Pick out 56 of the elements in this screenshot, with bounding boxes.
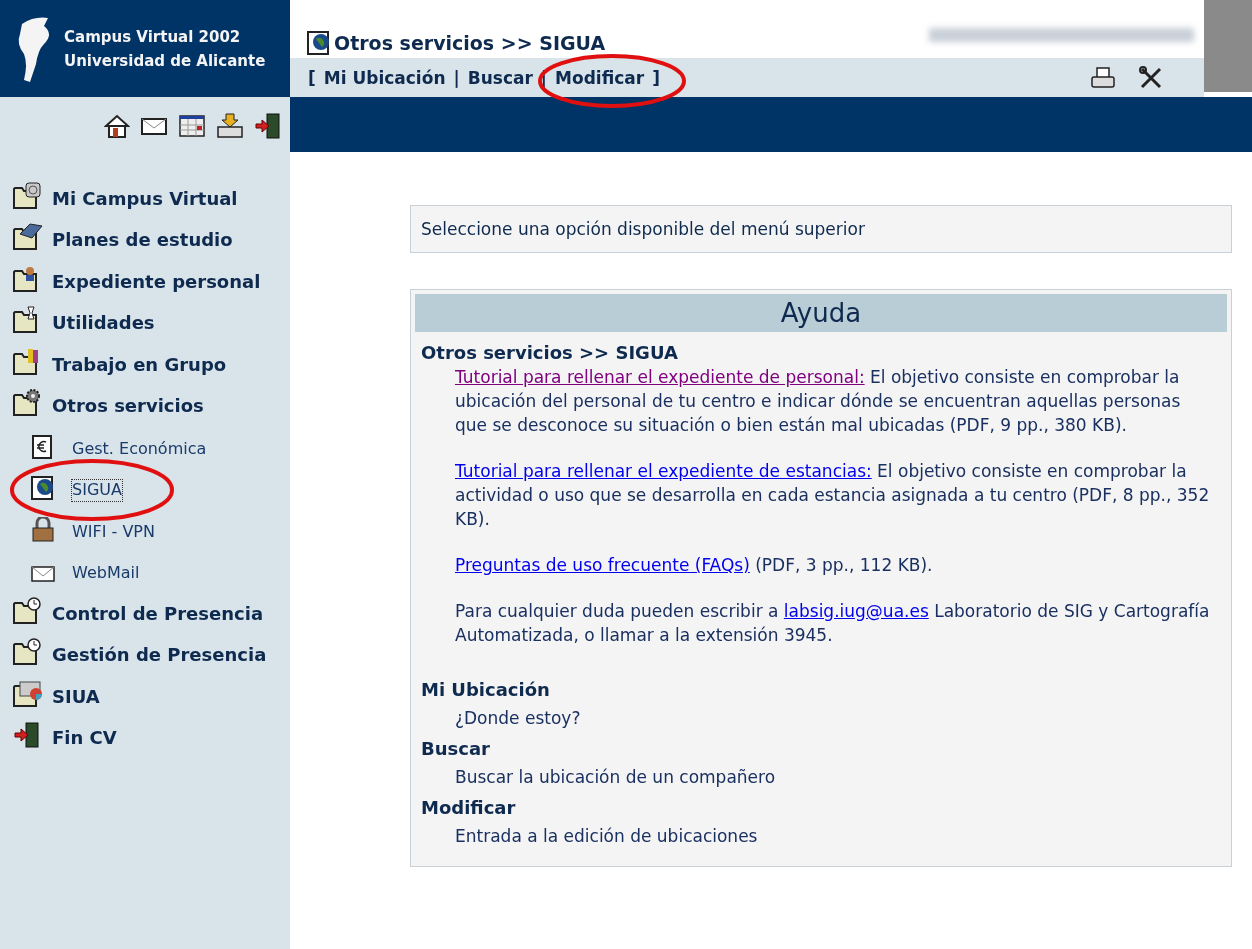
nav-link[interactable]: Mi Ubicación [323, 67, 446, 88]
sidebar-item[interactable]: WebMail [72, 563, 140, 584]
help-link[interactable]: Preguntas de uso frecuente (FAQs) [455, 555, 750, 575]
nav-bracket: [ [308, 67, 316, 88]
help-link[interactable]: Tutorial para rellenar el expediente de personal: [455, 367, 865, 387]
sidebar-item[interactable]: Planes de estudio [52, 229, 233, 252]
mail-icon[interactable] [140, 115, 168, 137]
sidebar-item[interactable]: SIUA [52, 685, 100, 709]
sidebar-item[interactable]: Gest. Económica [72, 438, 207, 460]
help-paragraph: Tutorial para rellenar el expediente de estancias: El objetivo consiste en comprobar la actividad o uso que se desarrolla en cada estancia asignada a tu centro (PDF, 8 pp., 352 KB). [454, 460, 1211, 531]
help-paragraph: Preguntas de uso frecuente (FAQs) (PDF, 3 pp., 112 KB). [454, 554, 934, 577]
sidebar-item[interactable]: Fin CV [52, 727, 117, 750]
home-icon[interactable] [104, 113, 130, 139]
section-title: Modificar [420, 796, 517, 820]
printer-icon[interactable] [1090, 65, 1116, 90]
globe-icon [30, 475, 56, 501]
calendar-icon[interactable] [178, 113, 206, 139]
page-title: Otros servicios >> SIGUA [334, 32, 606, 54]
help-link[interactable]: Tutorial para rellenar el expediente de estancias: [455, 461, 872, 481]
notice-message: Seleccione una opción disponible del menú superior [410, 205, 1232, 253]
help-title: Ayuda [415, 294, 1227, 332]
download-tray-icon[interactable] [216, 112, 244, 140]
nav-link[interactable]: Modificar [555, 67, 645, 88]
section-description: Entrada a la edición de ubicaciones [454, 825, 759, 846]
globe-icon [306, 30, 332, 56]
sidebar-item[interactable]: Otros servicios [52, 395, 204, 418]
sidebar-item[interactable]: Control de Presencia [52, 602, 264, 626]
section-title: Buscar [420, 737, 491, 761]
section-description: ¿Donde estoy? [454, 707, 582, 728]
section-description: Buscar la ubicación de un compañero [454, 766, 777, 787]
sidebar-item[interactable]: WIFI - VPN [72, 521, 155, 543]
tools-icon[interactable] [1138, 64, 1164, 91]
folder-chart-icon [12, 678, 44, 709]
nav-separator: | [453, 67, 460, 88]
folder-clock-icon [12, 637, 44, 667]
envelope-icon [30, 564, 56, 584]
sidebar-item[interactable]: Expediente personal [52, 270, 261, 294]
logo-title: Campus Virtual 2002 [64, 26, 242, 48]
sidebar-item[interactable]: Trabajo en Grupo [52, 353, 227, 377]
nav-link[interactable]: Buscar [467, 67, 533, 88]
exit-door-icon[interactable] [254, 112, 282, 140]
help-heading: Otros servicios >> SIGUA [420, 341, 679, 365]
help-link[interactable]: labsig.iug@ua.es [783, 601, 929, 621]
help-paragraph: Para cualquier duda pueden escribir a labsig.iug@ua.es Laboratorio de SIG y Cartografía Automatizada, o llamar a la extensión 3945. [454, 600, 1211, 647]
folder-clock-icon [12, 595, 44, 626]
folder-lock-icon [12, 180, 44, 211]
sidebar-item[interactable]: Gestión de Presencia [52, 644, 267, 667]
sidebar-item[interactable]: Mi Campus Virtual [52, 187, 238, 211]
help-paragraph: Tutorial para rellenar el expediente de personal: El objetivo consiste en comprobar la ubicación del personal de tu centro e indicar dónde se encuentran aquellas personas que se desconoce su situación o bien están mal ubicadas (PDF, 9 pp., 380 KB). [454, 366, 1182, 437]
folder-icon [12, 222, 44, 252]
sidebar-item[interactable]: SIGUA [72, 480, 122, 501]
padlock-icon [30, 516, 56, 543]
section-title: Mi Ubicación [420, 678, 551, 702]
logo-subtitle: Universidad de Alicante [64, 50, 266, 72]
nav-bracket: ] [652, 67, 660, 88]
sidebar-item[interactable]: Utilidades [52, 312, 155, 335]
